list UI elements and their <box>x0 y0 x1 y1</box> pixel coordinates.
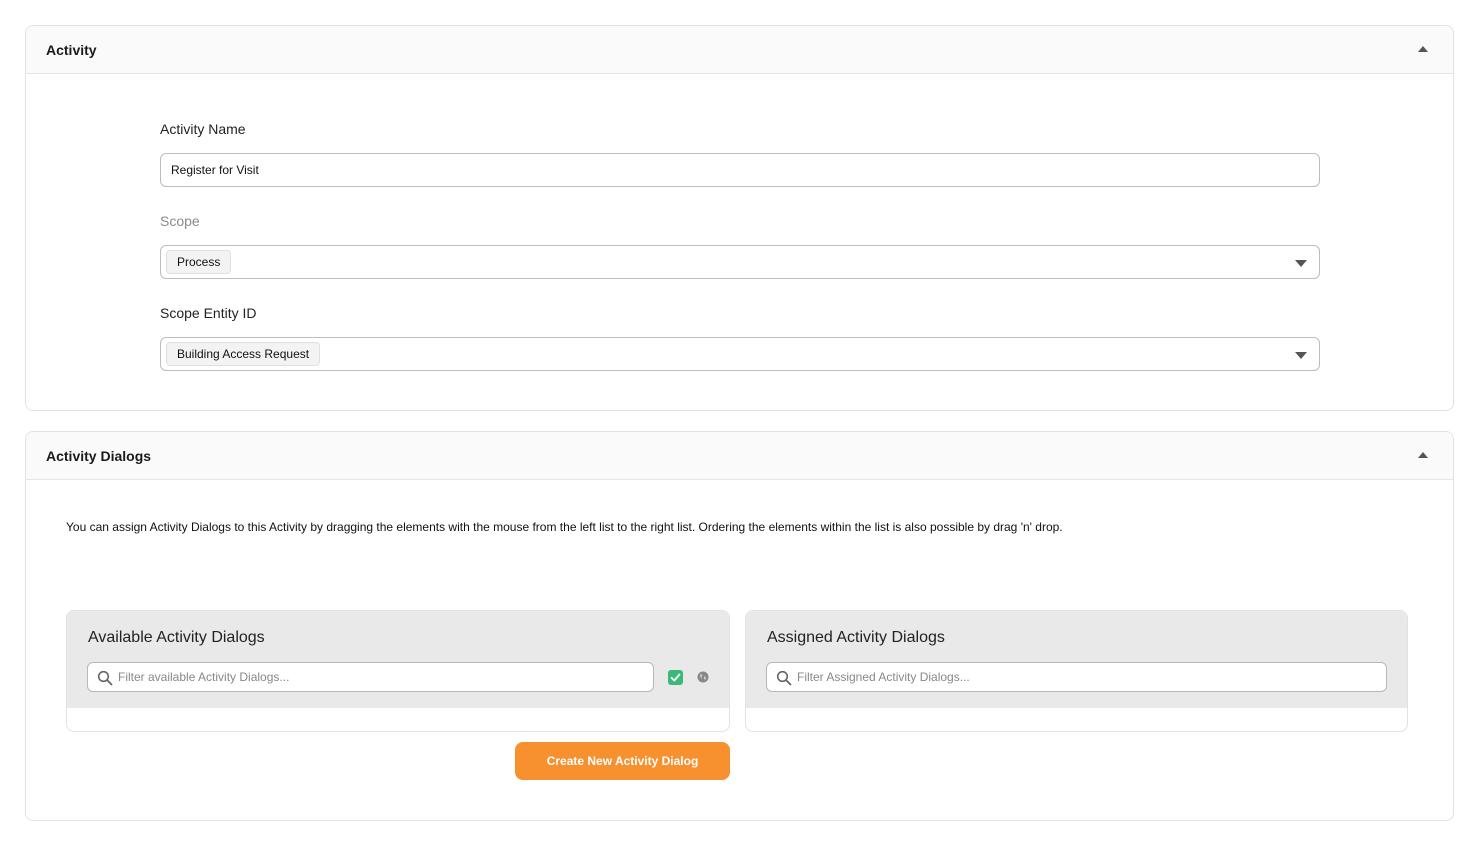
caret-down-icon <box>1295 352 1307 359</box>
activity-card-header[interactable]: Activity <box>26 26 1453 74</box>
activity-name-input[interactable] <box>160 153 1320 187</box>
check-mark-icon <box>670 673 681 682</box>
available-filter-box <box>87 662 654 692</box>
scope-entity-id-select[interactable]: Building Access Request <box>160 337 1320 371</box>
assigned-filter-box <box>766 662 1387 692</box>
activity-name-label: Activity Name <box>160 121 246 137</box>
caret-down-icon <box>1295 260 1307 267</box>
scope-chip: Process <box>166 250 232 274</box>
assigned-filter-input[interactable] <box>797 663 1380 691</box>
assigned-dialogs-panel: Assigned Activity Dialogs <box>745 610 1408 732</box>
available-dialogs-header: Available Activity Dialogs <box>67 611 729 708</box>
activity-dialogs-card-header[interactable]: Activity Dialogs <box>26 432 1453 480</box>
assigned-dialogs-title: Assigned Activity Dialogs <box>767 629 945 646</box>
collapse-icon[interactable] <box>1418 452 1428 458</box>
check-icon[interactable] <box>668 670 683 685</box>
search-icon <box>97 670 113 686</box>
create-activity-dialog-button[interactable]: Create New Activity Dialog <box>515 742 730 780</box>
activity-dialogs-card: Activity Dialogs You can assign Activity… <box>25 431 1454 821</box>
available-filter-input[interactable] <box>118 663 647 691</box>
scope-entity-id-label: Scope Entity ID <box>160 305 257 321</box>
search-icon <box>776 670 792 686</box>
activity-card-title: Activity <box>46 42 97 58</box>
scope-select[interactable]: Process <box>160 245 1320 279</box>
scope-entity-id-chip: Building Access Request <box>166 342 321 366</box>
available-dialogs-panel: Available Activity Dialogs <box>66 610 730 732</box>
activity-dialogs-card-title: Activity Dialogs <box>46 448 152 464</box>
dialogs-info-text: You can assign Activity Dialogs to this … <box>66 520 1063 534</box>
scope-label: Scope <box>160 213 200 229</box>
globe-icon[interactable] <box>697 671 709 683</box>
collapse-icon[interactable] <box>1418 46 1428 52</box>
assigned-dialogs-header: Assigned Activity Dialogs <box>746 611 1407 708</box>
activity-card: Activity Activity Name Scope Process Sco… <box>25 25 1454 411</box>
available-dialogs-title: Available Activity Dialogs <box>88 629 265 646</box>
